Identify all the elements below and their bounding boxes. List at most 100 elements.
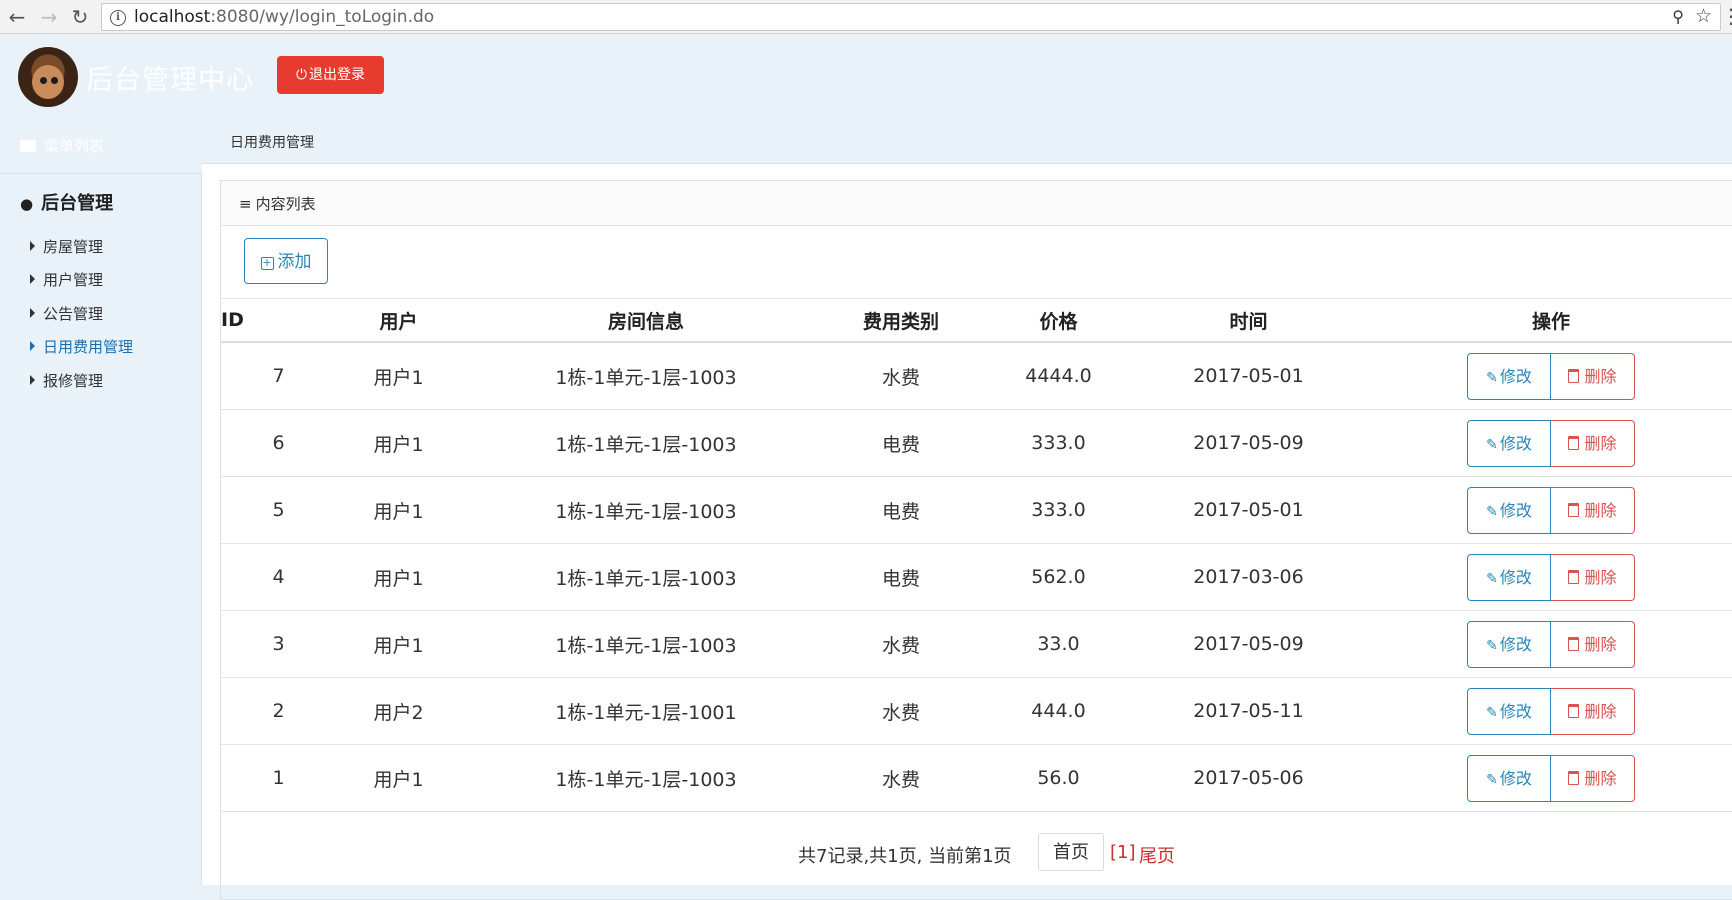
delete-button[interactable]: 删除 [1551,553,1635,601]
sidebar-item-repairs[interactable]: 报修管理 [30,370,103,391]
pagination: 共7记录,共1页, 当前第1页 首页 [1] 尾页 [221,833,1421,873]
cell-room: 1栋-1单元-1层-1001 [461,677,831,745]
sidebar-item-notices[interactable]: 公告管理 [30,303,103,324]
row-actions: ✎ 修改 删除 [1467,486,1635,534]
sidebar-item-house[interactable]: 房屋管理 [30,236,103,257]
add-button[interactable]: + 添加 [244,238,328,284]
cell-time: 2017-05-01 [1146,342,1351,410]
edit-label: 修改 [1499,634,1532,654]
cell-type: 水费 [831,610,971,678]
cell-price: 562.0 [971,543,1146,611]
edit-label: 修改 [1499,567,1532,587]
cell-id: 2 [221,677,336,745]
cell-id: 7 [221,342,336,410]
delete-button[interactable]: 删除 [1551,419,1635,467]
trash-icon [1568,770,1580,785]
edit-button[interactable]: ✎ 修改 [1467,486,1551,534]
avatar-eye [51,77,58,84]
sidebar-item-label: 用户管理 [43,271,104,289]
cell-user: 用户1 [336,610,461,678]
edit-icon: ✎ [1486,704,1498,721]
cell-ops: ✎ 修改 删除 [1351,342,1732,410]
cell-type: 电费 [831,543,971,611]
delete-button[interactable]: 删除 [1551,687,1635,735]
url-text: localhost:8080/wy/login_toLogin.do [134,7,435,27]
cell-ops: ✎ 修改 删除 [1351,476,1732,544]
delete-button[interactable]: 删除 [1551,620,1635,668]
edit-label: 修改 [1499,768,1532,788]
edit-icon: ✎ [1486,570,1498,587]
trash-icon [1568,569,1580,584]
sidebar-item-daily-fees[interactable]: 日用费用管理 [30,336,133,357]
logout-button[interactable]: ⏻ 退出登录 [277,56,384,94]
edit-icon: ✎ [1486,503,1498,520]
edit-button[interactable]: ✎ 修改 [1467,754,1551,802]
edit-button[interactable]: ✎ 修改 [1467,687,1551,735]
cell-id: 3 [221,610,336,678]
cell-user: 用户1 [336,543,461,611]
delete-label: 删除 [1584,634,1617,654]
delete-label: 删除 [1584,701,1617,721]
sidebar-heading[interactable]: ● 后台管理 [20,189,113,215]
caret-right-icon [30,274,35,284]
table-row: 5 用户1 1栋-1单元-1层-1003 电费 333.0 2017-05-01… [221,476,1732,544]
caret-right-icon [30,341,35,351]
cell-time: 2017-05-09 [1146,610,1351,678]
row-actions: ✎ 修改 删除 [1467,419,1635,467]
more-menu-icon[interactable]: ⋮ [1721,4,1732,28]
app-title: 后台管理中心 [86,65,254,96]
cell-room: 1栋-1单元-1层-1003 [461,476,831,544]
key-icon[interactable]: ⚲ [1672,7,1684,26]
sidebar-item-users[interactable]: 用户管理 [30,269,103,290]
cell-id: 5 [221,476,336,544]
cell-price: 56.0 [971,744,1146,812]
table-row: 1 用户1 1栋-1单元-1层-1003 水费 56.0 2017-05-06 … [221,744,1732,812]
info-icon[interactable]: i [110,10,126,26]
first-page-button[interactable]: 首页 [1038,833,1104,871]
header-type: 费用类别 [831,298,971,343]
cell-time: 2017-05-01 [1146,476,1351,544]
cell-time: 2017-03-06 [1146,543,1351,611]
avatar-eye [40,77,47,84]
back-arrow-icon[interactable]: ← [4,4,30,30]
cell-type: 水费 [831,342,971,410]
current-page-link[interactable]: [1] [1110,842,1136,863]
edit-button[interactable]: ✎ 修改 [1467,352,1551,400]
table-row: 7 用户1 1栋-1单元-1层-1003 水费 4444.0 2017-05-0… [221,342,1732,410]
avatar-face [32,65,64,99]
panel-title-label: 内容列表 [255,195,316,213]
sidebar: ● 后台管理 房屋管理 用户管理 公告管理 日用费用管理 报修管理 [0,173,202,885]
cell-price: 333.0 [971,476,1146,544]
header-id: ID [221,298,336,343]
forward-arrow-icon[interactable]: → [36,4,62,30]
list-icon [20,140,36,152]
cell-id: 6 [221,409,336,477]
cell-user: 用户1 [336,476,461,544]
edit-button[interactable]: ✎ 修改 [1467,553,1551,601]
delete-button[interactable]: 删除 [1551,352,1635,400]
cell-price: 33.0 [971,610,1146,678]
table-row: 4 用户1 1栋-1单元-1层-1003 电费 562.0 2017-03-06… [221,543,1732,611]
cell-id: 4 [221,543,336,611]
cell-room: 1栋-1单元-1层-1003 [461,744,831,812]
trash-icon [1568,703,1580,718]
cell-user: 用户1 [336,342,461,410]
reload-icon[interactable]: ↻ [67,4,93,30]
cell-ops: ✎ 修改 删除 [1351,677,1732,745]
header-time: 时间 [1146,298,1351,343]
delete-button[interactable]: 删除 [1551,486,1635,534]
cell-time: 2017-05-06 [1146,744,1351,812]
edit-button[interactable]: ✎ 修改 [1467,419,1551,467]
cell-type: 水费 [831,677,971,745]
delete-button[interactable]: 删除 [1551,754,1635,802]
trash-icon [1568,435,1580,450]
row-actions: ✎ 修改 删除 [1467,553,1635,601]
address-bar[interactable]: i localhost:8080/wy/login_toLogin.do ⚲ ☆ [101,3,1721,31]
edit-label: 修改 [1499,366,1532,386]
bookmark-star-icon[interactable]: ☆ [1695,5,1712,27]
delete-label: 删除 [1584,567,1617,587]
edit-button[interactable]: ✎ 修改 [1467,620,1551,668]
sidebar-item-label: 公告管理 [43,305,104,323]
last-page-link[interactable]: 尾页 [1139,842,1175,868]
edit-icon: ✎ [1486,637,1498,654]
